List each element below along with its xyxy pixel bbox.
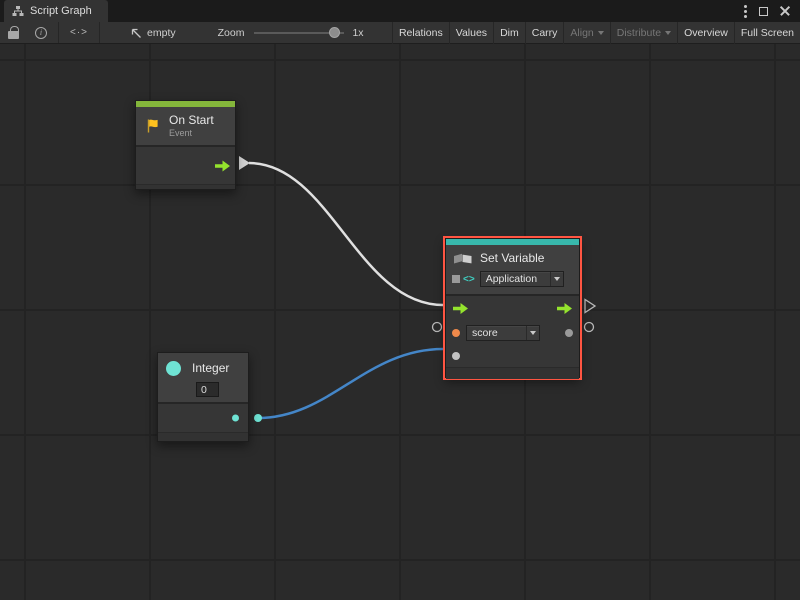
variable-name-input-port[interactable] (452, 329, 460, 337)
lock-icon[interactable] (8, 31, 19, 39)
toolbar-button-relations[interactable]: Relations (392, 22, 449, 44)
info-icon[interactable] (35, 27, 47, 39)
node-footer (136, 184, 235, 189)
zoom-value: 1x (352, 27, 363, 39)
flag-icon (144, 117, 162, 135)
zoom-slider-knob[interactable] (329, 27, 340, 38)
tab-script-graph[interactable]: Script Graph (4, 0, 108, 22)
variable-dropdown[interactable]: score (466, 325, 540, 341)
zoom-slider[interactable] (254, 27, 344, 39)
flow-connection[interactable] (249, 163, 443, 305)
node-set-variable[interactable]: Set Variable <> Application (445, 238, 580, 378)
script-graph-window: Script Graph <·> empty Zoom 1x Relations… (0, 0, 800, 600)
node-subtitle: Event (169, 128, 214, 139)
graph-icon (12, 5, 24, 17)
separator (58, 22, 59, 43)
chevron-down-icon (550, 272, 563, 286)
value-connection[interactable] (258, 349, 443, 418)
toolbar-button-overview[interactable]: Overview (677, 22, 734, 44)
selection-status: empty (129, 26, 176, 39)
flow-output-port[interactable] (556, 302, 573, 315)
maximize-icon[interactable] (759, 7, 768, 16)
connections-layer (0, 44, 800, 600)
node-footer (158, 432, 248, 441)
value-output-port[interactable] (565, 329, 573, 337)
tab-title: Script Graph (30, 5, 92, 17)
toolbar-button-align[interactable]: Align (563, 22, 609, 44)
window-controls (744, 0, 800, 22)
node-header[interactable]: Set Variable <> Application (446, 245, 579, 294)
node-footer (446, 367, 579, 379)
menu-icon[interactable] (744, 5, 747, 18)
scope-dropdown[interactable]: Application (480, 271, 564, 287)
application-scope-icon: <> (452, 274, 475, 285)
node-header[interactable]: On Start Event (136, 107, 235, 145)
node-integer[interactable]: Integer 0 (157, 352, 249, 442)
toolbar: <·> empty Zoom 1x Relations Values Dim C… (0, 22, 800, 44)
toolbar-button-values[interactable]: Values (449, 22, 493, 44)
separator (99, 22, 100, 43)
toolbar-button-fullscreen[interactable]: Full Screen (734, 22, 800, 44)
integer-type-icon (166, 361, 181, 376)
value-input-port[interactable] (452, 352, 460, 360)
node-title: On Start (169, 113, 214, 128)
flow-output-connector-icon[interactable] (239, 156, 250, 170)
empty-label: empty (147, 27, 176, 39)
toolbar-button-dim[interactable]: Dim (493, 22, 525, 44)
code-preview-icon[interactable]: <·> (70, 27, 88, 38)
close-icon[interactable] (780, 6, 790, 16)
value-output-connector-icon[interactable] (254, 414, 262, 422)
titlebar: Script Graph (0, 0, 800, 22)
zoom-label: Zoom (218, 27, 245, 39)
variables-icon (452, 252, 474, 265)
value-hint-left-icon[interactable] (433, 323, 442, 332)
node-on-start[interactable]: On Start Event (135, 100, 236, 190)
flow-continue-hint-icon[interactable] (585, 300, 595, 313)
node-header[interactable]: Integer 0 (158, 353, 248, 402)
toolbar-button-carry[interactable]: Carry (525, 22, 564, 44)
toolbar-button-distribute[interactable]: Distribute (610, 22, 677, 44)
chevron-down-icon (665, 31, 671, 35)
flow-input-port[interactable] (452, 302, 469, 315)
value-hint-right-icon[interactable] (585, 323, 594, 332)
graph-canvas[interactable]: On Start Event Set V (0, 44, 800, 600)
node-title: Set Variable (480, 251, 544, 265)
chevron-down-icon (598, 31, 604, 35)
flow-output-port[interactable] (214, 159, 231, 172)
selection-arrow-icon (129, 26, 142, 39)
integer-output-port[interactable] (232, 415, 239, 422)
integer-value-field[interactable]: 0 (196, 382, 219, 397)
chevron-down-icon (526, 326, 539, 340)
node-title: Integer (192, 361, 229, 375)
